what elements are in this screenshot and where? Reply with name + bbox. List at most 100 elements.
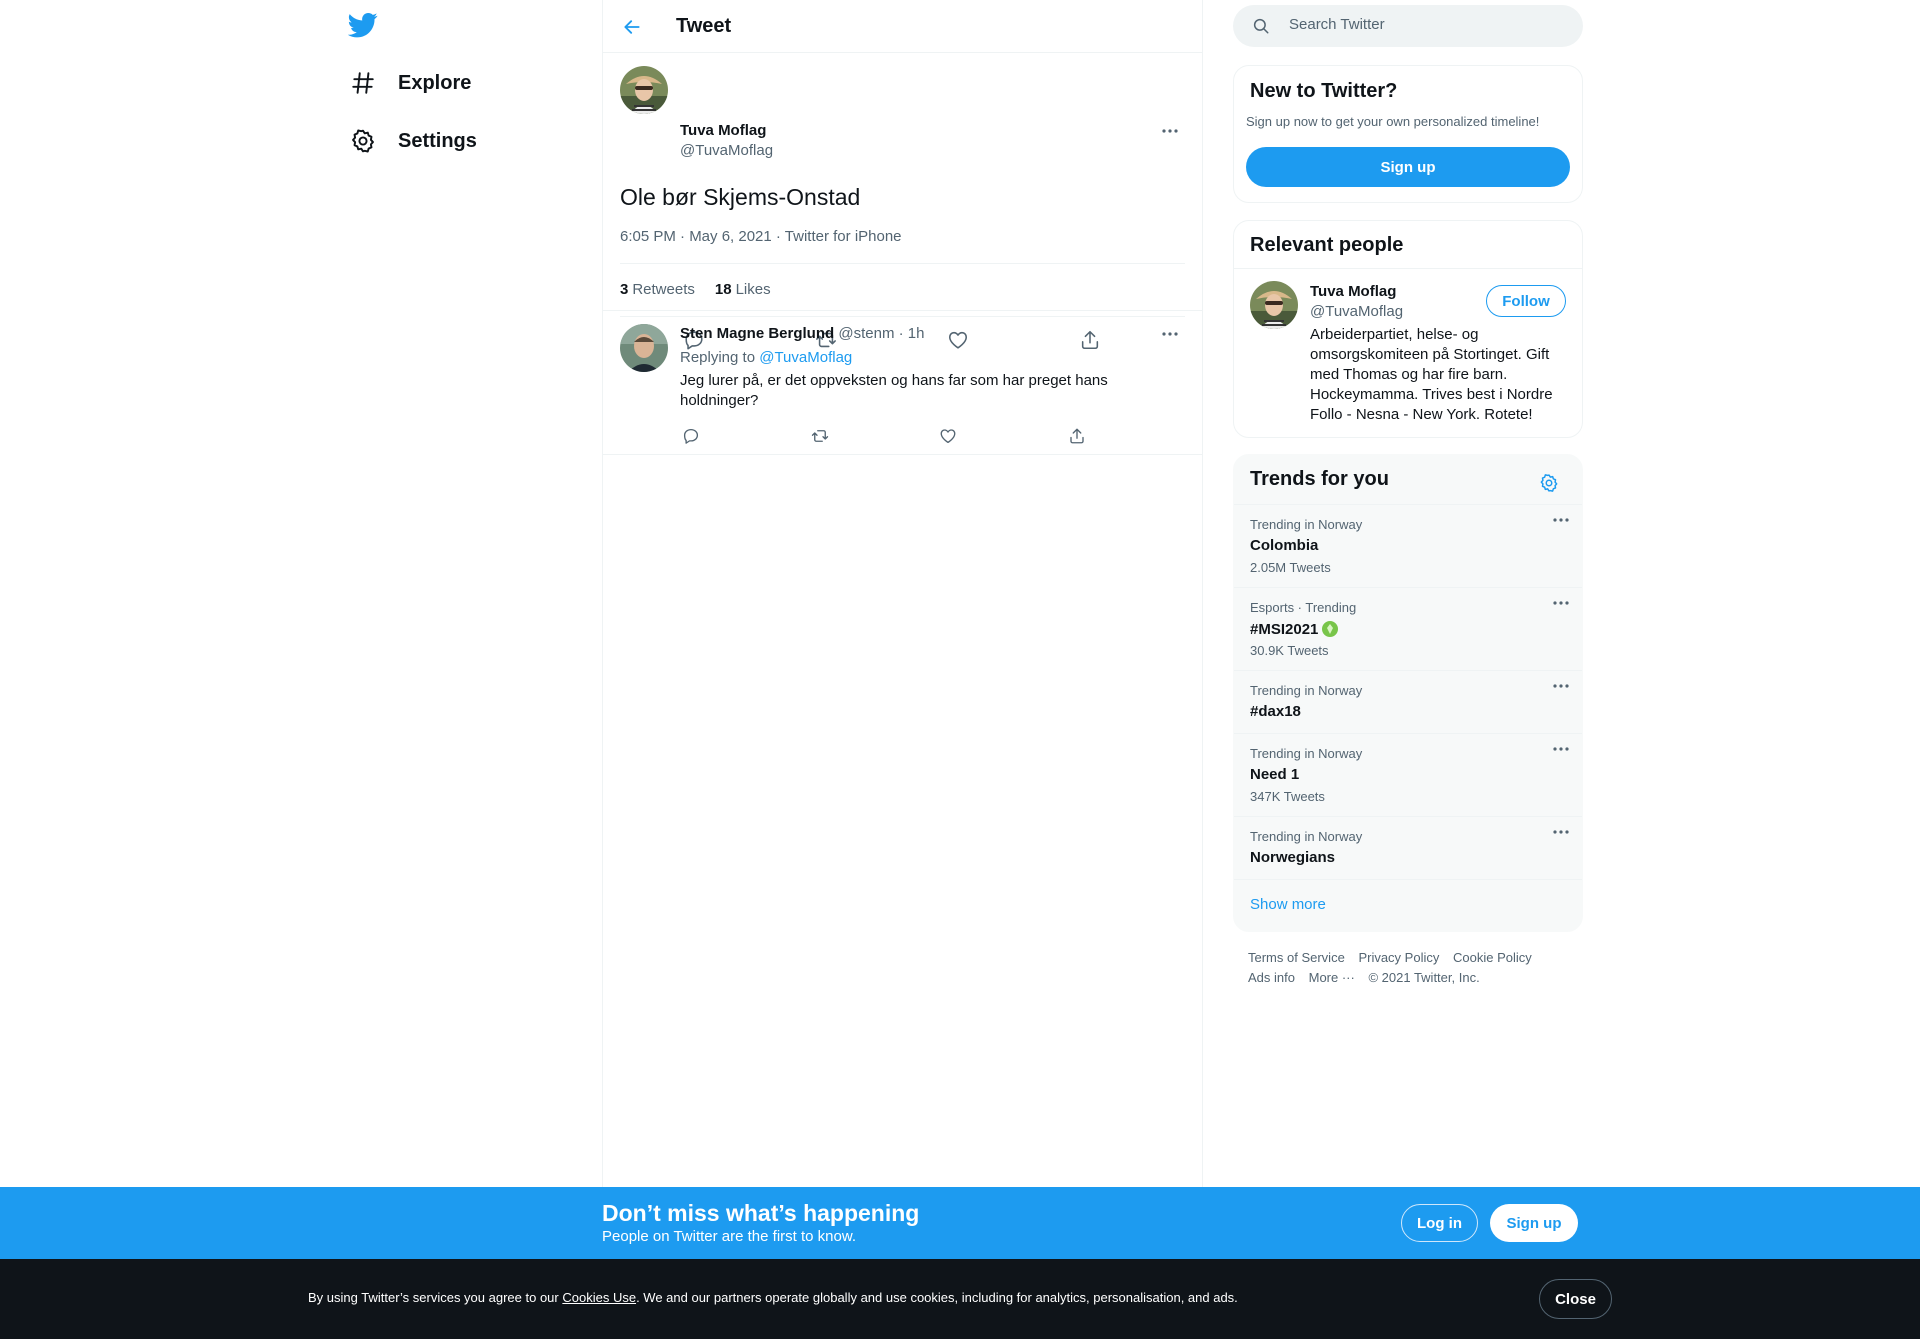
close-button[interactable]: Close <box>1539 1279 1612 1319</box>
ads-info-link[interactable]: Ads info <box>1248 970 1295 985</box>
trend-item[interactable]: Trending in Norway Need 1 347K Tweets <box>1234 733 1582 816</box>
cookie-text-before: By using Twitter’s services you agree to… <box>308 1290 563 1305</box>
divider <box>620 263 1185 264</box>
like-button[interactable] <box>931 419 965 453</box>
avatar[interactable] <box>620 66 668 114</box>
trend-item[interactable]: Trending in Norway Norwegians <box>1234 816 1582 879</box>
trend-context: Trending in Norway <box>1250 829 1363 844</box>
reply-actions <box>674 419 1094 453</box>
cookie-text-after: . We and our partners operate globally a… <box>636 1290 1238 1305</box>
main-column: Tweet Tuva Moflag @TuvaMoflag Ole bør Sk… <box>602 0 1203 1339</box>
more-icon[interactable] <box>1552 517 1570 523</box>
page-title: Tweet <box>676 15 732 37</box>
likes-stat[interactable]: 18 Likes <box>715 281 771 298</box>
trend-title: Colombia <box>1250 537 1319 554</box>
share-icon <box>1070 428 1084 444</box>
trend-context: Esports · Trending <box>1250 600 1357 615</box>
trend-item[interactable]: Trending in Norway Colombia 2.05M Tweets <box>1234 504 1582 587</box>
person-handle[interactable]: @TuvaMoflag <box>1310 303 1403 320</box>
reply-more-button[interactable] <box>1155 324 1185 344</box>
reply-text: Jeg lurer på, er det oppveksten og hans … <box>680 372 1108 409</box>
person-bio: Arbeiderpartiet, helse- og omsorgskomite… <box>1310 326 1553 423</box>
author-name[interactable]: Tuva Moflag <box>680 122 766 139</box>
trend-count: 30.9K Tweets <box>1250 643 1329 658</box>
replying-prefix: Replying to <box>680 349 756 366</box>
privacy-link[interactable]: Privacy Policy <box>1358 950 1439 965</box>
relevant-people-card: Relevant people Tuva Moflag @TuvaMoflag … <box>1233 220 1583 438</box>
author-handle[interactable]: @TuvaMoflag <box>680 142 773 159</box>
trend-context: Trending in Norway <box>1250 683 1363 698</box>
trend-title: #MSI2021 <box>1250 620 1339 638</box>
more-icon <box>1162 129 1178 133</box>
retweets-stat[interactable]: 3 Retweets <box>620 281 695 298</box>
trend-context: Trending in Norway <box>1250 517 1363 532</box>
trend-count: 2.05M Tweets <box>1250 560 1331 575</box>
trend-item[interactable]: Esports · Trending #MSI2021 30.9K Tweets <box>1234 587 1582 670</box>
divider <box>1234 268 1582 269</box>
gear-icon <box>348 126 378 156</box>
search-input[interactable] <box>1289 16 1559 33</box>
nav-explore-label: Explore <box>398 71 472 94</box>
reply-button[interactable] <box>674 419 708 453</box>
retweets-label: Retweets <box>632 281 695 298</box>
login-button[interactable]: Log in <box>1401 1204 1478 1242</box>
more-link[interactable]: More ··· <box>1309 970 1355 985</box>
nav-explore[interactable]: Explore <box>348 58 471 108</box>
search-box[interactable] <box>1233 5 1583 47</box>
copyright: © 2021 Twitter, Inc. <box>1368 970 1480 985</box>
share-button[interactable] <box>1060 419 1094 453</box>
person-name[interactable]: Tuva Moflag <box>1310 283 1396 300</box>
promo-bar: Don’t miss what’s happening People on Tw… <box>0 1187 1920 1259</box>
trend-title: Need 1 <box>1250 766 1300 783</box>
replying-to-link[interactable]: @TuvaMoflag <box>759 349 852 366</box>
tweet-meta[interactable]: 6:05 PM · May 6, 2021 · Twitter for iPho… <box>620 228 902 245</box>
terms-link[interactable]: Terms of Service <box>1248 950 1345 965</box>
cookie-banner: By using Twitter’s services you agree to… <box>0 1259 1920 1339</box>
arrow-left-icon <box>624 20 640 34</box>
more-icon[interactable] <box>1552 683 1570 689</box>
trend-title: Norwegians <box>1250 849 1336 866</box>
trend-title: #dax18 <box>1250 703 1301 720</box>
signup-card: New to Twitter? Sign up now to get your … <box>1233 65 1583 203</box>
page-header: Tweet <box>603 0 1202 53</box>
back-button[interactable] <box>617 12 647 42</box>
follow-button[interactable]: Follow <box>1486 285 1566 317</box>
reply-tweet[interactable]: Sten Magne Berglund @stenm · 1h Replying… <box>603 312 1202 455</box>
retweet-button[interactable] <box>803 419 837 453</box>
trends-title: Trends for you <box>1250 468 1389 490</box>
reply-icon <box>683 428 699 444</box>
avatar[interactable] <box>620 324 668 372</box>
avatar[interactable] <box>1250 281 1298 329</box>
promo-signup-button[interactable]: Sign up <box>1490 1204 1578 1242</box>
main-tweet: Tuva Moflag @TuvaMoflag Ole bør Skjems-O… <box>603 53 1202 350</box>
more-icon[interactable] <box>1552 746 1570 752</box>
reply-author-name[interactable]: Sten Magne Berglund <box>680 325 834 342</box>
twitter-bird-icon[interactable] <box>348 10 388 50</box>
trends-settings-button[interactable] <box>1534 468 1564 498</box>
tweet-text: Ole bør Skjems-Onstad <box>620 184 861 210</box>
nav-settings[interactable]: Settings <box>348 116 477 166</box>
cookie-policy-link[interactable]: Cookie Policy <box>1453 950 1532 965</box>
signup-card-title: New to Twitter? <box>1250 80 1398 102</box>
more-icon[interactable] <box>1552 829 1570 835</box>
nav-settings-label: Settings <box>398 129 477 152</box>
signup-button[interactable]: Sign up <box>1246 147 1570 187</box>
reply-time[interactable]: · 1h <box>899 325 925 342</box>
show-more-link[interactable]: Show more <box>1250 896 1326 913</box>
cookies-use-link[interactable]: Cookies Use <box>562 1290 636 1305</box>
more-options-button[interactable] <box>1155 121 1185 141</box>
trend-context: Trending in Norway <box>1250 746 1363 761</box>
more-icon[interactable] <box>1552 600 1570 606</box>
trend-title-text: #MSI2021 <box>1250 620 1319 638</box>
gear-icon <box>1540 474 1558 492</box>
relevant-people-title: Relevant people <box>1250 234 1404 256</box>
signup-card-subtitle: Sign up now to get your own personalized… <box>1246 114 1540 129</box>
trends-card: Trends for you Trending in Norway Colomb… <box>1233 454 1583 932</box>
reply-header: Sten Magne Berglund @stenm · 1h <box>680 325 924 342</box>
esports-emoji-icon <box>1321 620 1339 638</box>
trend-item[interactable]: Trending in Norway #dax18 <box>1234 670 1582 733</box>
promo-subtitle: People on Twitter are the first to know. <box>602 1228 857 1245</box>
retweets-count: 3 <box>620 281 629 298</box>
replying-to: Replying to @TuvaMoflag <box>680 349 852 366</box>
reply-author-handle[interactable]: @stenm <box>838 325 894 342</box>
